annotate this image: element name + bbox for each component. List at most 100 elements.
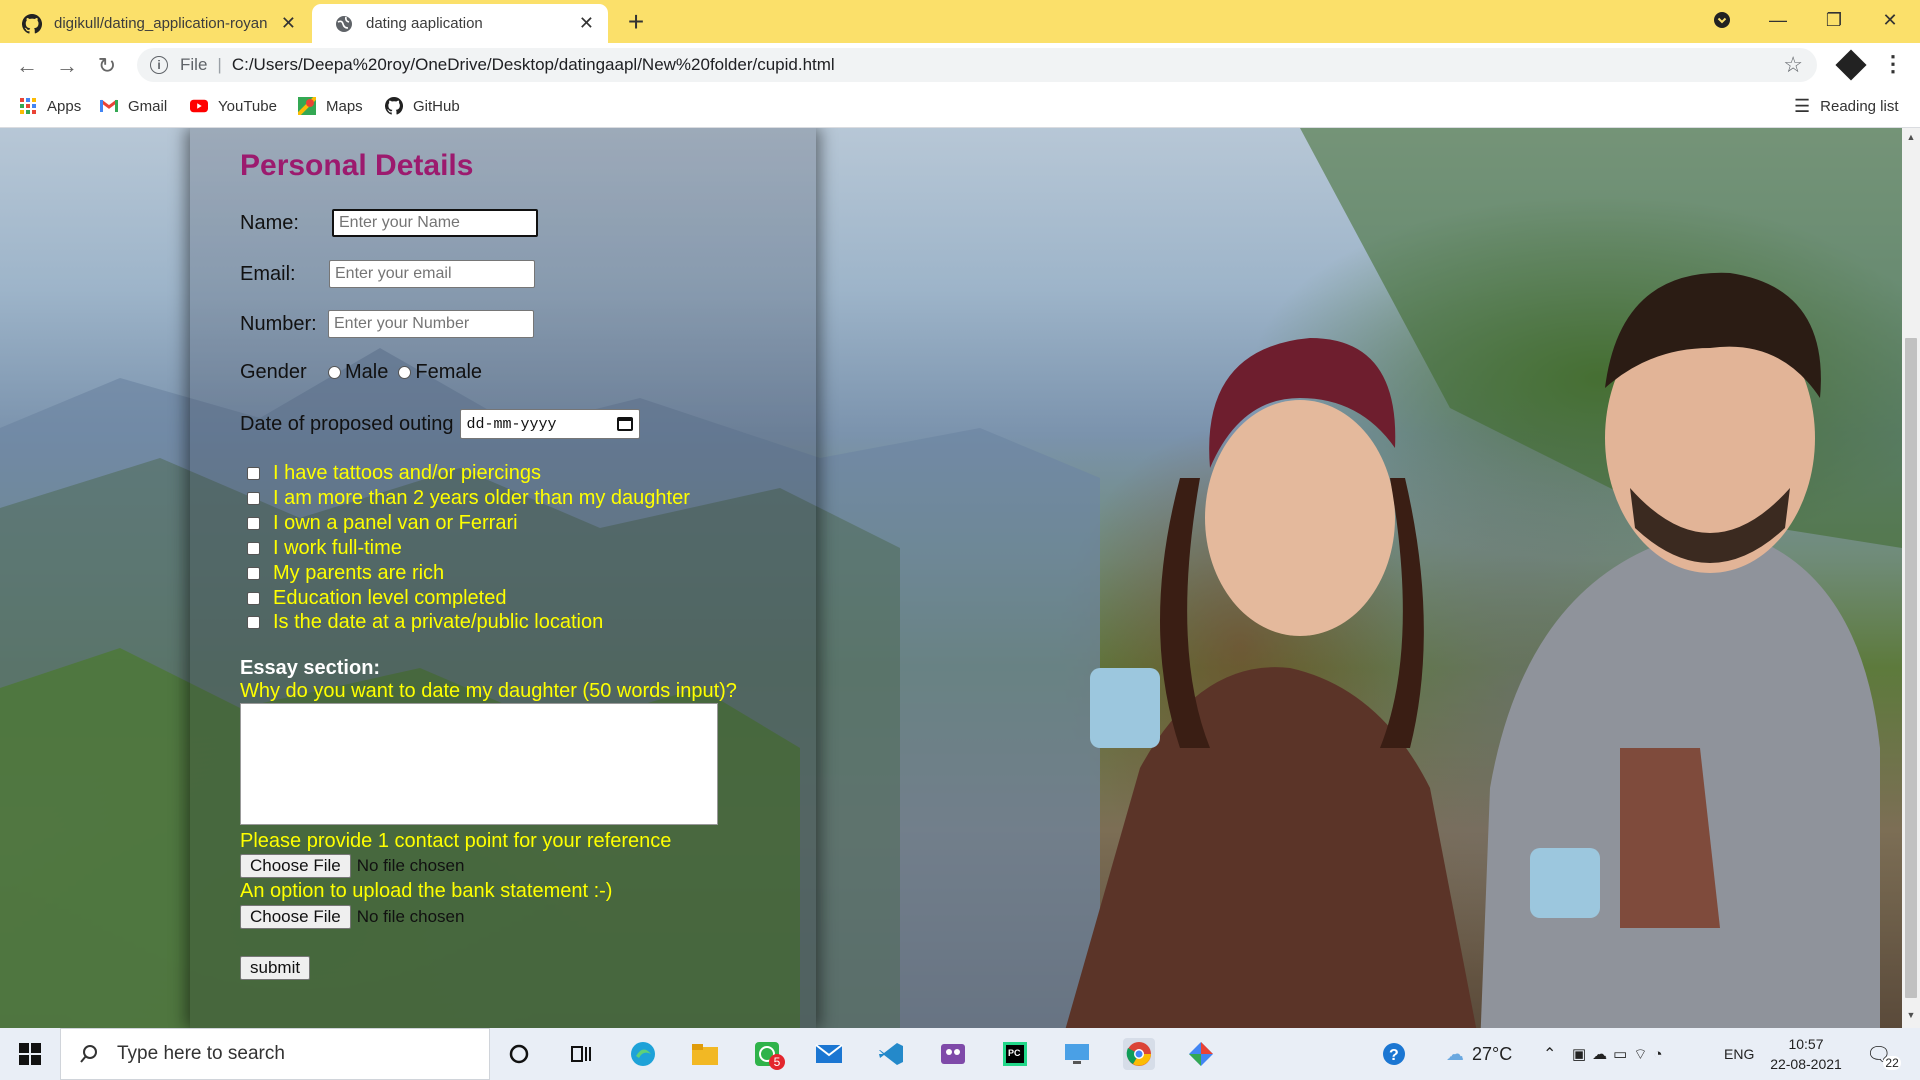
chrome-icon[interactable] bbox=[1123, 1038, 1155, 1070]
mail-icon[interactable] bbox=[813, 1038, 845, 1070]
no-file-label: No file chosen bbox=[356, 856, 465, 875]
checkbox-label: My parents are rich bbox=[273, 562, 445, 584]
apps-grid-icon bbox=[20, 98, 36, 114]
close-tab-icon[interactable]: ✕ bbox=[579, 13, 594, 34]
teams-icon[interactable] bbox=[937, 1038, 969, 1070]
email-input[interactable]: Enter your email bbox=[329, 260, 535, 288]
checkbox-label: I am more than 2 years older than my dau… bbox=[273, 487, 690, 509]
date-label: Date of proposed outing bbox=[240, 412, 454, 435]
cortana-icon[interactable] bbox=[503, 1038, 535, 1070]
menu-icon[interactable]: ⋮ bbox=[1882, 51, 1904, 77]
tab-search-icon[interactable] bbox=[1696, 0, 1748, 40]
checkbox-label: I work full-time bbox=[273, 537, 402, 559]
reference-label: Please provide 1 contact point for your … bbox=[240, 830, 672, 852]
scrollbar-thumb[interactable] bbox=[1905, 338, 1917, 998]
clock[interactable]: 10:57 22-08-2021 bbox=[1768, 1028, 1844, 1080]
checkbox[interactable] bbox=[247, 492, 260, 505]
date-input[interactable]: dd-mm-yyyy bbox=[459, 409, 640, 439]
number-input[interactable]: Enter your Number bbox=[328, 310, 534, 338]
svg-text:PC: PC bbox=[1008, 1048, 1021, 1058]
file-explorer-icon[interactable] bbox=[689, 1038, 721, 1070]
choose-file-button[interactable]: Choose File bbox=[240, 905, 351, 929]
show-hidden-icons[interactable]: ⌃ bbox=[1543, 1028, 1556, 1080]
taskbar-search[interactable]: Type here to search bbox=[60, 1028, 490, 1080]
essay-textarea[interactable] bbox=[240, 703, 718, 825]
bookmark-gmail[interactable]: Gmail bbox=[100, 97, 167, 115]
forward-icon[interactable]: → bbox=[53, 53, 81, 79]
reading-list-button[interactable]: ☰ Reading list bbox=[1794, 96, 1899, 117]
bookmark-youtube[interactable]: YouTube bbox=[190, 97, 277, 115]
notifications-button[interactable]: 🗨 22 bbox=[1866, 1028, 1901, 1080]
page-viewport: Personal Details Name: Enter your Name E… bbox=[0, 128, 1902, 1028]
clock-time: 10:57 bbox=[1788, 1036, 1824, 1052]
checkbox[interactable] bbox=[247, 542, 260, 555]
gender-female-label: Female bbox=[415, 361, 483, 383]
essay-question: Why do you want to date my daughter (50 … bbox=[240, 680, 737, 702]
bookmark-maps[interactable]: Maps bbox=[298, 97, 363, 115]
windows-start-icon[interactable] bbox=[0, 1028, 60, 1080]
url-text: C:/Users/Deepa%20roy/OneDrive/Desktop/da… bbox=[231, 55, 835, 74]
reading-list-label: Reading list bbox=[1820, 98, 1899, 115]
checkbox[interactable] bbox=[247, 616, 260, 629]
checkbox-item: Education level completed bbox=[240, 587, 506, 610]
youtube-icon bbox=[190, 99, 208, 113]
back-icon[interactable]: ← bbox=[13, 53, 41, 79]
gender-label: Gender bbox=[240, 361, 307, 383]
reading-list-icon: ☰ bbox=[1794, 96, 1811, 116]
git-app-icon[interactable] bbox=[1185, 1038, 1217, 1070]
name-row: Name: Enter your Name bbox=[240, 209, 538, 237]
essay-question-row: Why do you want to date my daughter (50 … bbox=[240, 680, 737, 703]
new-tab-button[interactable]: + bbox=[624, 6, 648, 38]
checkbox-item: I have tattoos and/or piercings bbox=[240, 462, 541, 485]
page-scrollbar[interactable]: ▲ ▼ bbox=[1902, 128, 1920, 1028]
choose-file-button[interactable]: Choose File bbox=[240, 854, 351, 878]
checkbox-item: My parents are rich bbox=[240, 562, 444, 585]
system-tray-icons[interactable]: ▣☁▭⌔◔ bbox=[1572, 1028, 1669, 1080]
info-icon[interactable]: i bbox=[150, 56, 168, 74]
checkbox[interactable] bbox=[247, 567, 260, 580]
edge-icon[interactable] bbox=[627, 1038, 659, 1070]
close-tab-icon[interactable]: ✕ bbox=[281, 13, 296, 34]
bookmark-label: YouTube bbox=[218, 97, 277, 115]
checkbox-item: I work full-time bbox=[240, 537, 402, 560]
submit-button[interactable]: submit bbox=[240, 956, 311, 980]
help-icon[interactable]: ? bbox=[1380, 1028, 1408, 1080]
checkbox[interactable] bbox=[247, 592, 260, 605]
url-separator: | bbox=[217, 55, 222, 74]
minimize-icon[interactable]: — bbox=[1752, 0, 1804, 40]
weather-widget[interactable]: ☁ 27°C bbox=[1446, 1028, 1512, 1080]
extension-icon[interactable] bbox=[1835, 49, 1867, 81]
gender-male-radio[interactable] bbox=[328, 366, 341, 379]
bank-statement-label: An option to upload the bank statement :… bbox=[240, 880, 613, 902]
reference-file-row: Choose File No file chosen bbox=[240, 854, 464, 878]
bookmark-apps[interactable]: Apps bbox=[19, 97, 81, 115]
scroll-down-icon[interactable]: ▼ bbox=[1902, 1010, 1920, 1026]
checkbox[interactable] bbox=[247, 467, 260, 480]
bookmark-star-icon[interactable]: ☆ bbox=[1783, 52, 1803, 78]
couple-photo bbox=[1065, 272, 1880, 1028]
calendar-icon[interactable] bbox=[616, 417, 633, 431]
close-window-icon[interactable]: ✕ bbox=[1864, 0, 1916, 40]
remote-desktop-icon[interactable] bbox=[1061, 1038, 1093, 1070]
maximize-icon[interactable]: ❐ bbox=[1808, 0, 1860, 40]
submit-row: submit bbox=[240, 956, 311, 980]
email-row: Email: Enter your email bbox=[240, 260, 535, 288]
bookmark-label: Maps bbox=[326, 97, 363, 115]
task-view-icon[interactable] bbox=[565, 1038, 597, 1070]
tab-github[interactable]: digikull/dating_application-royan ✕ bbox=[0, 4, 310, 43]
no-file-label: No file chosen bbox=[356, 907, 465, 926]
scroll-up-icon[interactable]: ▲ bbox=[1902, 132, 1920, 148]
language-indicator[interactable]: ENG bbox=[1724, 1028, 1754, 1080]
bank-file-row: Choose File No file chosen bbox=[240, 905, 464, 929]
name-input[interactable]: Enter your Name bbox=[332, 209, 538, 237]
address-bar[interactable]: i File | C:/Users/Deepa%20roy/OneDrive/D… bbox=[137, 48, 1817, 82]
tab-dating-application[interactable]: dating aaplication ✕ bbox=[312, 4, 608, 43]
reload-icon[interactable]: ↻ bbox=[93, 53, 121, 79]
checkbox[interactable] bbox=[247, 517, 260, 530]
bookmark-github[interactable]: GitHub bbox=[385, 97, 460, 115]
whatsapp-icon[interactable]: 5 bbox=[751, 1038, 785, 1070]
browser-tab-strip: digikull/dating_application-royan ✕ dati… bbox=[0, 0, 1920, 43]
gender-female-radio[interactable] bbox=[398, 366, 412, 379]
vscode-icon[interactable] bbox=[875, 1038, 907, 1070]
pycharm-icon[interactable]: PC bbox=[999, 1038, 1031, 1070]
